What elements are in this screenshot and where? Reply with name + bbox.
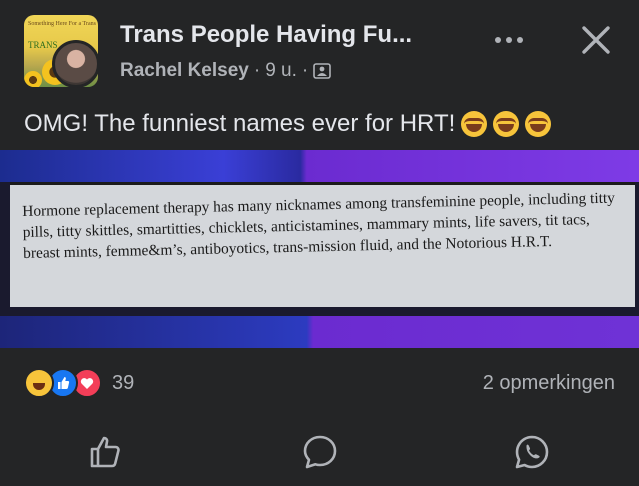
sunflower-graphic <box>24 71 42 87</box>
laughing-emoji-icon <box>525 111 552 137</box>
comment-icon <box>303 435 337 469</box>
comments-count[interactable]: 2 opmerkingen <box>483 372 615 395</box>
image-bottom-band <box>0 316 639 348</box>
caption-text: OMG! The funniest names ever for HRT! <box>24 110 456 137</box>
friends-audience-icon[interactable] <box>313 63 332 79</box>
post-time[interactable]: 9 u. <box>265 60 297 82</box>
post-image[interactable]: Hormone replacement therapy has many nic… <box>0 150 639 348</box>
group-name[interactable]: Trans People Having Fu... <box>120 21 412 49</box>
reactions-summary[interactable]: 39 <box>24 368 134 398</box>
group-avatar-text: Something Here For a Trans <box>28 21 96 27</box>
post-header: Something Here For a Trans TRANS Trans P… <box>0 0 639 95</box>
image-text: Hormone replacement therapy has many nic… <box>22 189 616 262</box>
more-dots-icon <box>506 37 512 43</box>
like-button[interactable] <box>84 430 128 474</box>
close-icon[interactable] <box>576 20 616 60</box>
whatsapp-icon <box>515 435 549 469</box>
author-line: Rachel Kelsey · 9 u. · <box>120 60 332 82</box>
share-whatsapp-button[interactable] <box>510 430 554 474</box>
image-text-card: Hormone replacement therapy has many nic… <box>10 182 635 307</box>
more-dots-icon <box>517 37 523 43</box>
author-avatar[interactable] <box>52 40 100 88</box>
comment-button[interactable] <box>298 430 342 474</box>
more-dots-icon <box>495 37 501 43</box>
laughing-emoji-icon <box>493 111 520 137</box>
image-top-band <box>0 150 639 182</box>
author-name[interactable]: Rachel Kelsey <box>120 60 249 82</box>
laughing-emoji-icon <box>461 111 488 137</box>
more-options-button[interactable] <box>489 30 529 50</box>
haha-reaction-icon <box>24 368 54 398</box>
like-icon <box>90 436 120 468</box>
group-avatar-badge: TRANS <box>28 40 58 50</box>
separator: · <box>253 60 261 81</box>
separator: · <box>301 60 309 81</box>
post-caption: OMG! The funniest names ever for HRT! <box>24 110 552 138</box>
action-bar <box>0 425 639 485</box>
reaction-count: 39 <box>112 371 135 394</box>
